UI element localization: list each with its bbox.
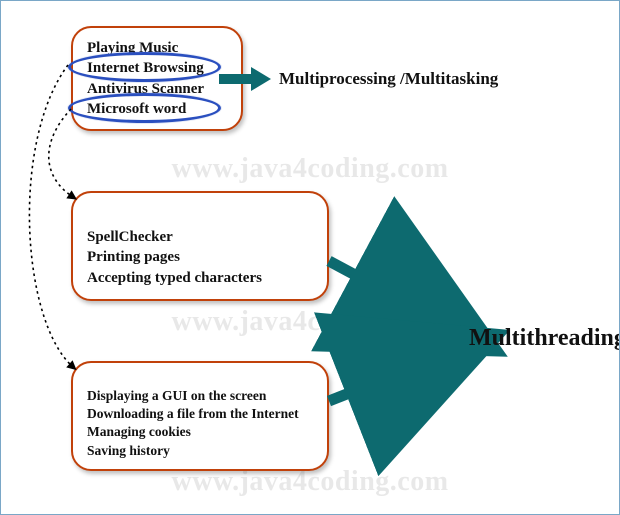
list-item: Saving history	[87, 442, 313, 460]
list-item: SpellChecker	[87, 227, 313, 247]
list-item: Managing cookies	[87, 423, 313, 441]
list-item: Downloading a file from the Internet	[87, 405, 313, 423]
list-item: Printing pages	[87, 247, 313, 267]
label-multiprocessing: Multiprocessing /Multitasking	[279, 69, 498, 89]
diagram-canvas: www.java4coding.com www.java4coding.com …	[0, 0, 620, 515]
process-list-box: Playing Music Internet Browsing Antiviru…	[71, 26, 243, 131]
word-thread-box: SpellChecker Printing pages Accepting ty…	[71, 191, 329, 301]
list-item: Displaying a GUI on the screen	[87, 387, 313, 405]
list-item: Microsoft word	[87, 99, 227, 119]
label-multithreading: Multithreading	[469, 325, 620, 352]
list-item: Accepting typed characters	[87, 268, 313, 288]
list-item: Internet Browsing	[87, 58, 227, 78]
list-item: Playing Music	[87, 38, 227, 58]
watermark-text: www.java4coding.com	[1, 153, 619, 185]
browser-thread-box: Displaying a GUI on the screen Downloadi…	[71, 361, 329, 471]
list-item: Antivirus Scanner	[87, 79, 227, 99]
